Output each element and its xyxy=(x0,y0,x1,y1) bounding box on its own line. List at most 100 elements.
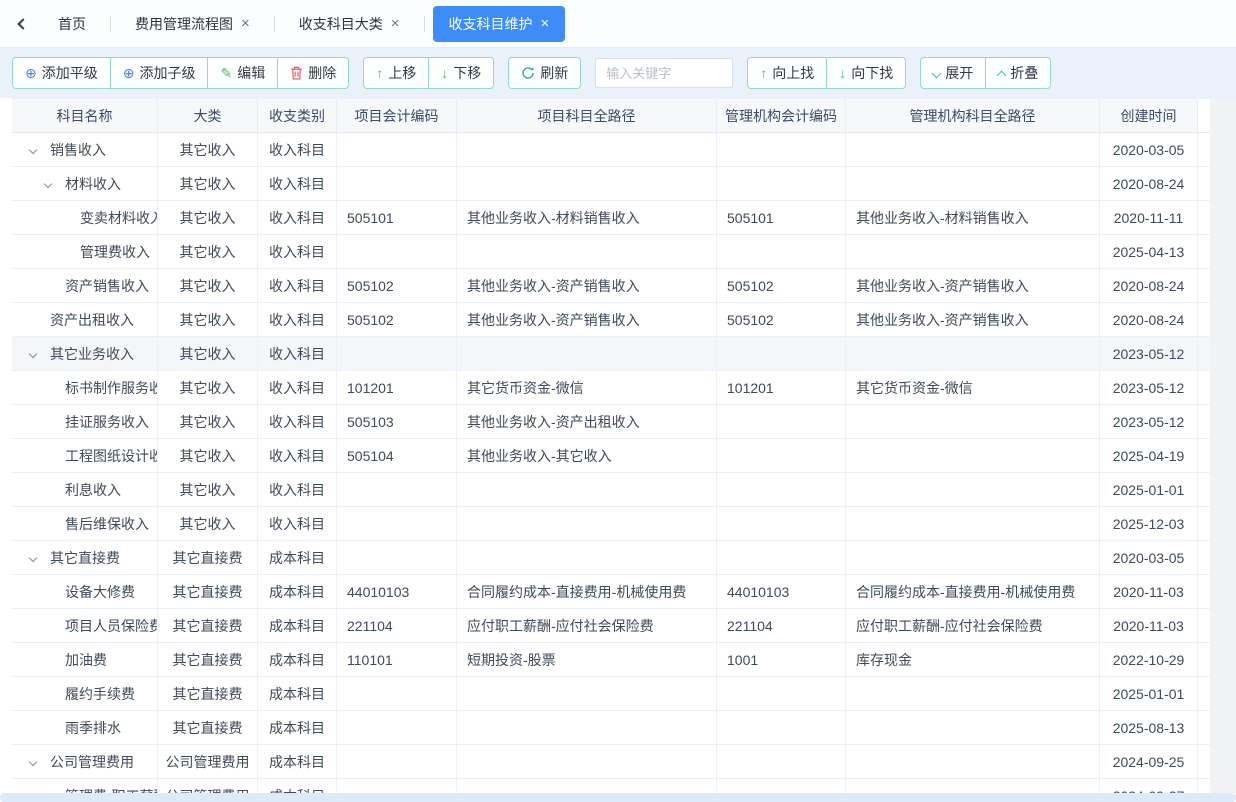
table-row[interactable]: 挂证服务收入 其它收入 收入科目 505103 其他业务收入-资产出租收入 20… xyxy=(12,405,1236,439)
project-code-cell: 110101 xyxy=(337,643,457,677)
button-label: 添加子级 xyxy=(139,63,195,83)
project-code-cell: 505101 xyxy=(337,201,457,235)
tree-expand-icon[interactable] xyxy=(30,147,50,153)
vertical-scrollbar[interactable] xyxy=(1210,99,1236,793)
arrow-up-icon: ↑ xyxy=(376,66,383,80)
org-code-cell: 101201 xyxy=(717,371,846,405)
org-path-cell xyxy=(846,745,1100,779)
button-label: 添加平级 xyxy=(42,63,98,83)
table-row[interactable]: 项目人员保险费 其它直接费 成本科目 221104 应付职工薪酬-应付社会保险费… xyxy=(12,609,1236,643)
collapse-all-button[interactable]: 折叠 xyxy=(985,58,1050,88)
project-path-cell: 其它货币资金-微信 xyxy=(457,371,717,405)
edit-button[interactable]: ✎ 编辑 xyxy=(207,58,277,88)
move-up-button[interactable]: ↑ 上移 xyxy=(364,58,428,88)
table-row[interactable]: 加油费 其它直接费 成本科目 110101 短期投资-股票 1001 库存现金 … xyxy=(12,643,1236,677)
tabs-scroll-left-icon[interactable] xyxy=(10,11,36,37)
table-row[interactable]: 设备大修费 其它直接费 成本科目 44010103 合同履约成本-直接费用-机械… xyxy=(12,575,1236,609)
project-path-cell xyxy=(457,677,717,711)
org-path-cell xyxy=(846,439,1100,473)
tab-home[interactable]: 首页 xyxy=(42,6,102,42)
type-cell: 收入科目 xyxy=(258,405,337,439)
created-date-cell: 2025-12-03 xyxy=(1100,507,1198,541)
created-date-cell: 2025-01-01 xyxy=(1100,473,1198,507)
created-date-cell: 2024-09-25 xyxy=(1100,745,1198,779)
button-label: 下移 xyxy=(453,63,481,83)
category-cell: 其它收入 xyxy=(158,133,258,167)
table-row[interactable]: 其它直接费 其它直接费 成本科目 2020-03-05 xyxy=(12,541,1236,575)
table-row[interactable]: 资产出租收入 其它收入 收入科目 505102 其他业务收入-资产销售收入 50… xyxy=(12,303,1236,337)
expand-all-button[interactable]: 展开 xyxy=(921,58,985,88)
table-row[interactable]: 雨季排水 其它直接费 成本科目 2025-08-13 xyxy=(12,711,1236,745)
type-cell: 成本科目 xyxy=(258,711,337,745)
subject-name-cell: 项目人员保险费 xyxy=(12,609,158,643)
created-date-cell: 2023-05-12 xyxy=(1100,337,1198,371)
refresh-button[interactable]: 刷新 xyxy=(509,58,580,88)
table-row[interactable]: 履约手续费 其它直接费 成本科目 2025-01-01 xyxy=(12,677,1236,711)
subject-name-cell: 材料收入 xyxy=(12,167,158,201)
table-row[interactable]: 标书制作服务收入 其它收入 收入科目 101201 其它货币资金-微信 1012… xyxy=(12,371,1236,405)
category-cell: 公司管理费用 xyxy=(158,745,258,779)
table-row[interactable]: 资产销售收入 其它收入 收入科目 505102 其他业务收入-资产销售收入 50… xyxy=(12,269,1236,303)
created-date-cell: 2020-03-05 xyxy=(1100,133,1198,167)
delete-button[interactable]: 删除 xyxy=(277,58,348,88)
edit-button-group: ⊕ 添加平级 ⊕ 添加子级 ✎ 编辑 删除 xyxy=(12,57,349,89)
subject-name-cell: 管理费收入 xyxy=(12,235,158,269)
type-cell: 收入科目 xyxy=(258,133,337,167)
org-path-cell xyxy=(846,507,1100,541)
table-row[interactable]: 售后维保收入 其它收入 收入科目 2025-12-03 xyxy=(12,507,1236,541)
tab-label: 费用管理流程图 xyxy=(135,14,233,34)
org-code-cell: 505102 xyxy=(717,269,846,303)
project-code-cell xyxy=(337,745,457,779)
tree-expand-icon[interactable] xyxy=(30,351,50,357)
move-button-group: ↑ 上移 ↓ 下移 xyxy=(363,57,494,89)
project-code-cell: 505102 xyxy=(337,303,457,337)
subjects-tree-table: 科目名称 大类 收支类别 项目会计编码 项目科目全路径 管理机构会计编码 管理机… xyxy=(12,98,1236,802)
org-path-cell: 其他业务收入-材料销售收入 xyxy=(846,201,1100,235)
button-label: 折叠 xyxy=(1010,63,1038,83)
find-up-button[interactable]: ↑ 向上找 xyxy=(748,58,826,88)
created-date-cell: 2025-08-13 xyxy=(1100,711,1198,745)
subject-name: 挂证服务收入 xyxy=(65,412,149,432)
search-input[interactable] xyxy=(595,58,733,88)
table-row[interactable]: 其它业务收入 其它收入 收入科目 2023-05-12 xyxy=(12,337,1236,371)
close-icon[interactable]: × xyxy=(541,16,550,31)
add-sibling-button[interactable]: ⊕ 添加平级 xyxy=(13,58,110,88)
subject-name: 变卖材料收入 xyxy=(80,208,158,228)
project-path-cell xyxy=(457,711,717,745)
row-spacer xyxy=(1198,677,1210,711)
org-path-cell: 其它货币资金-微信 xyxy=(846,371,1100,405)
button-label: 上移 xyxy=(388,63,416,83)
created-date-cell: 2020-03-05 xyxy=(1100,541,1198,575)
move-down-button[interactable]: ↓ 下移 xyxy=(428,58,493,88)
table-row[interactable]: 管理费收入 其它收入 收入科目 2025-04-13 xyxy=(12,235,1236,269)
horizontal-scrollbar[interactable] xyxy=(0,793,1236,802)
tree-expand-icon[interactable] xyxy=(45,181,65,187)
subject-name-cell: 加油费 xyxy=(12,643,158,677)
table-row[interactable]: 公司管理费用 公司管理费用 成本科目 2024-09-25 xyxy=(12,745,1236,779)
tab-label: 收支科目大类 xyxy=(299,14,383,34)
subject-name: 其它直接费 xyxy=(50,548,120,568)
table-row[interactable]: 工程图纸设计收入 其它收入 收入科目 505104 其他业务收入-其它收入 20… xyxy=(12,439,1236,473)
tab-expense-flowchart[interactable]: 费用管理流程图 × xyxy=(119,6,266,42)
tab-subject-categories[interactable]: 收支科目大类 × xyxy=(283,6,416,42)
created-date-cell: 2025-04-19 xyxy=(1100,439,1198,473)
header-org-code: 管理机构会计编码 xyxy=(717,99,846,133)
table-row[interactable]: 变卖材料收入 其它收入 收入科目 505101 其他业务收入-材料销售收入 50… xyxy=(12,201,1236,235)
table-row[interactable]: 销售收入 其它收入 收入科目 2020-03-05 xyxy=(12,133,1236,167)
project-path-cell xyxy=(457,745,717,779)
table-row[interactable]: 利息收入 其它收入 收入科目 2025-01-01 xyxy=(12,473,1236,507)
chevron-left-icon xyxy=(17,18,28,29)
close-icon[interactable]: × xyxy=(391,16,400,31)
tree-expand-icon[interactable] xyxy=(30,759,50,765)
project-path-cell xyxy=(457,541,717,575)
category-cell: 其它直接费 xyxy=(158,643,258,677)
tab-subject-maintenance[interactable]: 收支科目维护 × xyxy=(433,6,566,42)
add-child-button[interactable]: ⊕ 添加子级 xyxy=(110,58,208,88)
table-row[interactable]: 材料收入 其它收入 收入科目 2020-08-24 xyxy=(12,167,1236,201)
close-icon[interactable]: × xyxy=(241,16,250,31)
circle-plus-icon: ⊕ xyxy=(123,66,135,80)
find-down-button[interactable]: ↓ 向下找 xyxy=(826,58,905,88)
button-label: 删除 xyxy=(308,63,336,83)
button-label: 展开 xyxy=(945,63,973,83)
tree-expand-icon[interactable] xyxy=(30,555,50,561)
